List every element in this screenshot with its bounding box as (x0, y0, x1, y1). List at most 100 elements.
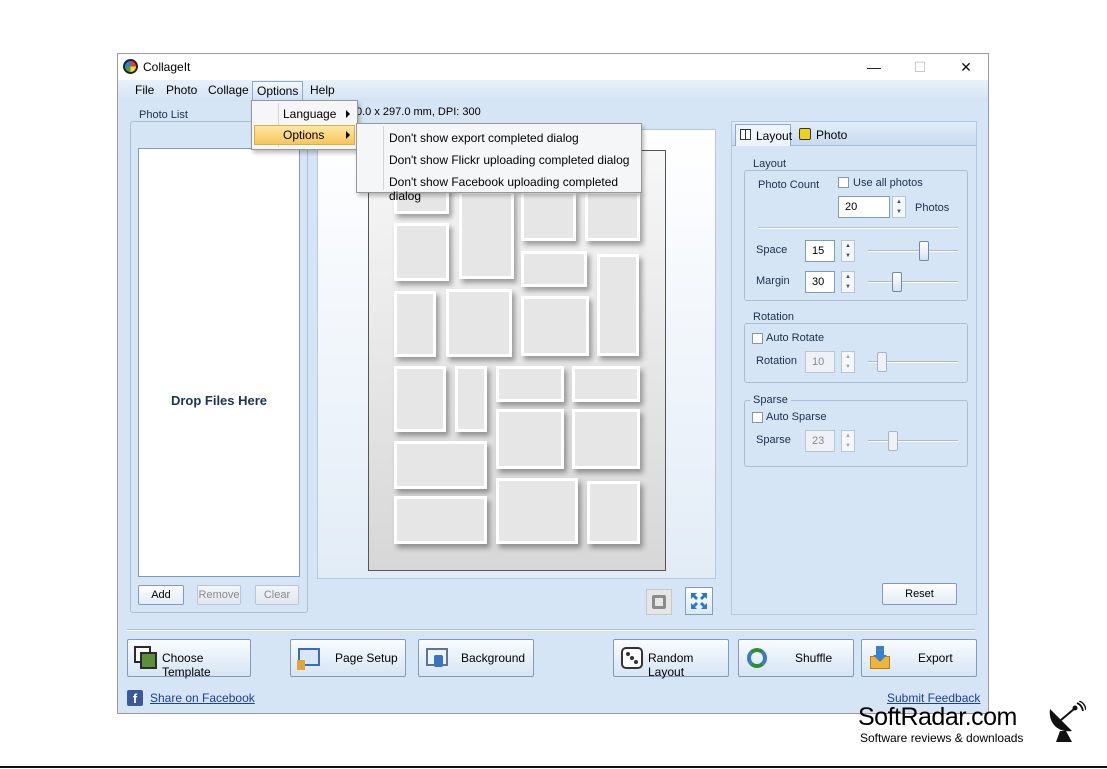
collage-photo[interactable] (521, 251, 587, 287)
collage-photo[interactable] (496, 409, 564, 469)
page-setup-button[interactable]: Page Setup (290, 639, 406, 677)
collage-photo[interactable] (394, 223, 449, 281)
photo-count-field[interactable]: 20 (838, 196, 890, 218)
choose-template-button[interactable]: Choose Template (127, 639, 251, 679)
minimize-button[interactable]: — (851, 54, 897, 80)
photo-list-dropzone[interactable]: Drop Files Here (138, 148, 300, 577)
tab-photo[interactable]: Photo (796, 124, 856, 146)
reset-button[interactable]: Reset (882, 583, 957, 605)
submenu-arrow-icon (346, 110, 350, 118)
menu-collage[interactable]: Collage (206, 83, 251, 97)
clear-button[interactable]: Clear (255, 585, 299, 605)
submenu-arrow-icon (346, 131, 350, 139)
sparse-label: Sparse (756, 434, 791, 446)
submenu-flickr-dialog-label: Don't show Flickr uploading completed di… (389, 153, 630, 167)
auto-rotate-checkbox[interactable] (752, 333, 763, 344)
submenu-export-dialog[interactable]: Don't show export completed dialog (359, 127, 639, 147)
add-button[interactable]: Add (138, 585, 184, 605)
shuffle-button[interactable]: Shuffle (738, 639, 854, 677)
menu-file[interactable]: File (133, 83, 156, 97)
fullscreen-arrows-icon (691, 593, 707, 609)
margin-slider-track[interactable] (868, 281, 958, 283)
export-button[interactable]: Export (861, 639, 977, 677)
facebook-icon[interactable]: f (127, 690, 143, 706)
app-logo-icon (123, 59, 138, 74)
menu-bar: File Photo Collage Options Help (118, 80, 988, 101)
collage-photo[interactable] (496, 478, 578, 544)
export-label: Export (918, 651, 953, 665)
title-bar: CollageIt — ☐ ✕ (118, 54, 988, 80)
submenu-export-dialog-label: Don't show export completed dialog (389, 131, 579, 145)
collage-photo[interactable] (394, 291, 436, 357)
divider (758, 227, 958, 229)
layout-group-label: Layout (750, 158, 790, 170)
drop-files-text: Drop Files Here (170, 393, 268, 408)
submenu-facebook-dialog-label: Don't show Facebook uploading completed … (389, 175, 619, 203)
menu-options[interactable]: Options (252, 81, 304, 101)
share-on-facebook-link[interactable]: Share on Facebook (150, 691, 255, 705)
submenu-facebook-dialog[interactable]: Don't show Facebook uploading completed … (359, 171, 639, 203)
collage-photo[interactable] (572, 409, 640, 469)
sparse-slider-thumb[interactable] (888, 431, 898, 451)
auto-rotate-label: Auto Rotate (766, 332, 825, 344)
background-icon (425, 646, 449, 670)
menu-photo[interactable]: Photo (164, 83, 199, 97)
maximize-button[interactable]: ☐ (897, 54, 943, 80)
space-label: Space (756, 244, 788, 256)
auto-sparse-checkbox[interactable] (752, 412, 763, 423)
template-icon (134, 646, 158, 670)
collage-photo[interactable] (597, 254, 639, 356)
collage-photo[interactable] (394, 496, 487, 544)
random-layout-button[interactable]: Random Layout (613, 639, 729, 679)
layout-grid-icon (740, 129, 751, 140)
margin-stepper[interactable]: ▲ ▼ (841, 271, 855, 293)
sparse-group-label: Sparse (750, 394, 791, 406)
app-window: CollageIt — ☐ ✕ File Photo Collage Optio… (117, 53, 989, 714)
rotation-field[interactable]: 10 (805, 351, 835, 373)
fit-to-window-button[interactable] (685, 587, 713, 615)
space-field[interactable]: 15 (805, 240, 835, 262)
collage-photo[interactable] (446, 289, 512, 357)
menu-item-options[interactable]: Options (254, 125, 355, 145)
watermark-brand: SoftRadar.com (858, 703, 1017, 731)
choose-template-label: Choose Template (162, 651, 211, 679)
use-all-photos-checkbox[interactable] (838, 177, 849, 188)
close-button[interactable]: ✕ (943, 54, 988, 80)
remove-button[interactable]: Remove (197, 585, 241, 605)
collage-photo[interactable] (521, 296, 589, 356)
collage-photo[interactable] (459, 191, 514, 279)
collage-photo[interactable] (455, 366, 487, 432)
page-setup-label: Page Setup (335, 651, 398, 665)
crop-tool-button[interactable] (646, 589, 672, 615)
tab-layout[interactable]: Layout (735, 124, 792, 146)
sparse-stepper[interactable]: ▲ ▼ (841, 430, 855, 452)
margin-slider-thumb[interactable] (892, 272, 902, 292)
collage-photo[interactable] (587, 481, 640, 544)
window-title: CollageIt (143, 60, 191, 74)
photos-unit-label: Photos (915, 202, 950, 214)
rotation-stepper[interactable]: ▲ ▼ (841, 351, 855, 373)
menu-item-options-label: Options (283, 128, 325, 142)
photo-dice-icon (799, 128, 811, 140)
sparse-field[interactable]: 23 (805, 430, 835, 452)
rotation-group-label: Rotation (750, 311, 797, 323)
page-setup-icon (297, 646, 321, 670)
sparse-slider-track[interactable] (868, 440, 958, 442)
collage-page[interactable] (368, 150, 666, 571)
margin-field[interactable]: 30 (805, 271, 835, 293)
crop-icon (652, 595, 666, 609)
collage-photo[interactable] (572, 366, 640, 402)
margin-label: Margin (756, 275, 790, 287)
photo-count-stepper[interactable]: ▲ ▼ (892, 196, 906, 218)
space-slider-thumb[interactable] (919, 241, 929, 261)
menu-item-language[interactable]: Language (254, 104, 355, 124)
collage-photo[interactable] (394, 441, 487, 489)
collage-photo[interactable] (394, 366, 446, 432)
rotation-slider-thumb[interactable] (877, 352, 887, 372)
collage-photo[interactable] (496, 366, 564, 402)
space-stepper[interactable]: ▲ ▼ (841, 240, 855, 262)
space-slider-track[interactable] (868, 250, 958, 252)
submenu-flickr-dialog[interactable]: Don't show Flickr uploading completed di… (359, 149, 639, 169)
menu-help[interactable]: Help (308, 83, 337, 97)
background-button[interactable]: Background (418, 639, 534, 677)
